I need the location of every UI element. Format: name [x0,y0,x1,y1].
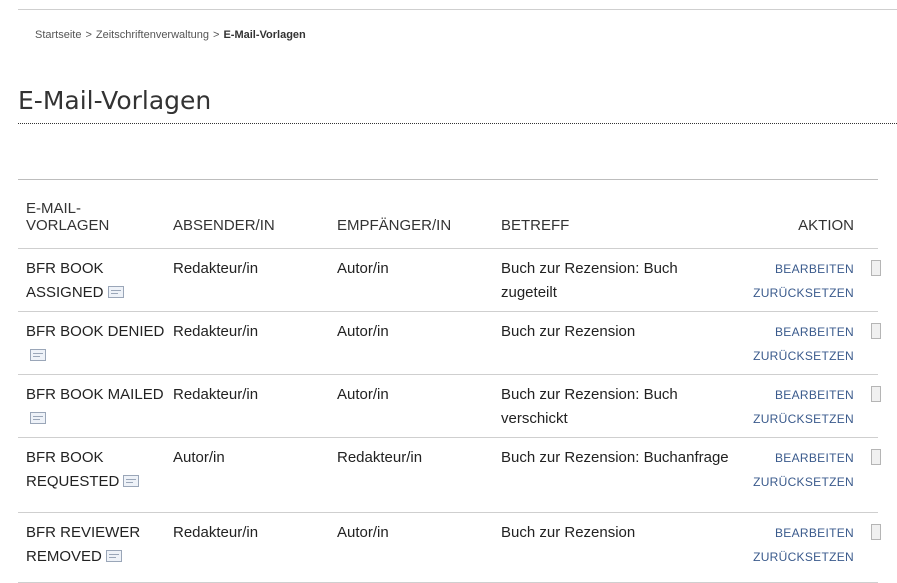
column-header-sender: ABSENDER/IN [173,216,275,234]
mail-preview-icon[interactable] [105,549,122,562]
table-row: BFR BOOK ASSIGNED Redakteur/in Autor/in Buc… [18,248,881,311]
mail-preview-icon[interactable] [107,285,124,298]
reset-link[interactable]: ZURÜCKSETZEN [743,407,854,431]
template-name-cell: BFR BOOK REQUESTED [18,437,165,512]
recipient-cell: Autor/in [337,259,389,277]
checkbox-icon[interactable] [871,523,881,540]
recipient-cell: Autor/in [337,523,389,541]
reset-link[interactable]: ZURÜCKSETZEN [743,344,854,368]
reset-link[interactable]: ZURÜCKSETZEN [743,281,854,305]
reset-link[interactable]: ZURÜCKSETZEN [743,470,854,494]
table-row: BFR BOOK REQUESTED Autor/in Redakteur/in Bu… [18,437,881,512]
table-row: BFR BOOK MAILED Redakteur/in Autor/in Buch … [18,374,881,437]
edit-link[interactable]: BEARBEITEN [743,383,854,407]
column-header-subject: BETREFF [501,216,570,234]
breadcrumb: Startseite > Zeitschriftenverwaltung > E-Mai… [35,29,306,41]
column-header-action: AKTION [798,216,854,234]
template-name: BFR BOOK MAILED [26,385,164,403]
sender-cell: Autor/in [173,448,225,466]
mail-preview-icon[interactable] [30,411,46,424]
email-templates-table-wrapper: E-MAIL- VORLAGEN ABSENDER/IN EMPFÄNGER/I… [18,179,881,583]
breadcrumb-separator: > [85,29,92,41]
recipient-cell: Redakteur/in [337,448,423,466]
mail-preview-icon[interactable] [30,348,46,361]
template-name-cell: BFR REVIEWER REMOVED [18,512,165,582]
sender-cell: Redakteur/in [173,523,259,541]
edit-link[interactable]: BEARBEITEN [743,521,854,545]
template-name: BFR REVIEWER REMOVED [26,523,141,565]
top-divider [18,9,897,10]
subject-cell: Buch zur Rezension: Buch verschickt [501,385,678,427]
email-templates-table: E-MAIL- VORLAGEN ABSENDER/IN EMPFÄNGER/I… [18,180,881,583]
sender-cell: Redakteur/in [173,322,259,340]
recipient-cell: Autor/in [337,322,389,340]
actions-cell: BEARBEITEN ZURÜCKSETZEN [735,374,881,437]
template-name: BFR BOOK ASSIGNED [26,259,104,301]
mail-preview-icon[interactable] [123,474,140,487]
subject-cell: Buch zur Rezension: Buchanfrage [501,448,729,466]
actions-cell: BEARBEITEN ZURÜCKSETZEN [735,437,881,512]
sender-cell: Redakteur/in [173,385,259,403]
checkbox-icon[interactable] [871,259,881,276]
recipient-cell: Autor/in [337,385,389,403]
checkbox-icon[interactable] [871,322,881,339]
template-name-cell: BFR BOOK ASSIGNED [18,248,165,311]
breadcrumb-home-link[interactable]: Startseite [35,29,81,41]
template-name-cell: BFR BOOK DENIED [18,311,165,374]
page-title: E-Mail-Vorlagen [18,86,897,124]
subject-cell: Buch zur Rezension [501,523,636,541]
edit-link[interactable]: BEARBEITEN [743,320,854,344]
checkbox-icon[interactable] [871,385,881,402]
table-row: BFR REVIEWER REMOVED Redakteur/in Autor/in… [18,512,881,582]
template-name-cell: BFR BOOK MAILED [18,374,165,437]
actions-cell: BEARBEITEN ZURÜCKSETZEN [735,248,881,311]
breadcrumb-separator: > [213,29,220,41]
template-name: BFR BOOK DENIED [26,322,165,340]
edit-link[interactable]: BEARBEITEN [743,257,854,281]
actions-cell: BEARBEITEN ZURÜCKSETZEN [735,512,881,582]
checkbox-icon[interactable] [871,448,881,465]
breadcrumb-current: E-Mail-Vorlagen [223,29,306,41]
table-row: BFR BOOK DENIED Redakteur/in Autor/in Buch … [18,311,881,374]
template-name: BFR BOOK REQUESTED [26,448,120,490]
subject-cell: Buch zur Rezension: Buch zugeteilt [501,259,678,301]
breadcrumb-journal-management-link[interactable]: Zeitschriftenverwaltung [96,29,209,41]
column-header-templates: E-MAIL- VORLAGEN [26,199,110,234]
subject-cell: Buch zur Rezension [501,322,636,340]
actions-cell: BEARBEITEN ZURÜCKSETZEN [735,311,881,374]
table-header-row: E-MAIL- VORLAGEN ABSENDER/IN EMPFÄNGER/I… [18,180,878,248]
sender-cell: Redakteur/in [173,259,259,277]
column-header-recipient: EMPFÄNGER/IN [337,216,452,234]
edit-link[interactable]: BEARBEITEN [743,446,854,470]
